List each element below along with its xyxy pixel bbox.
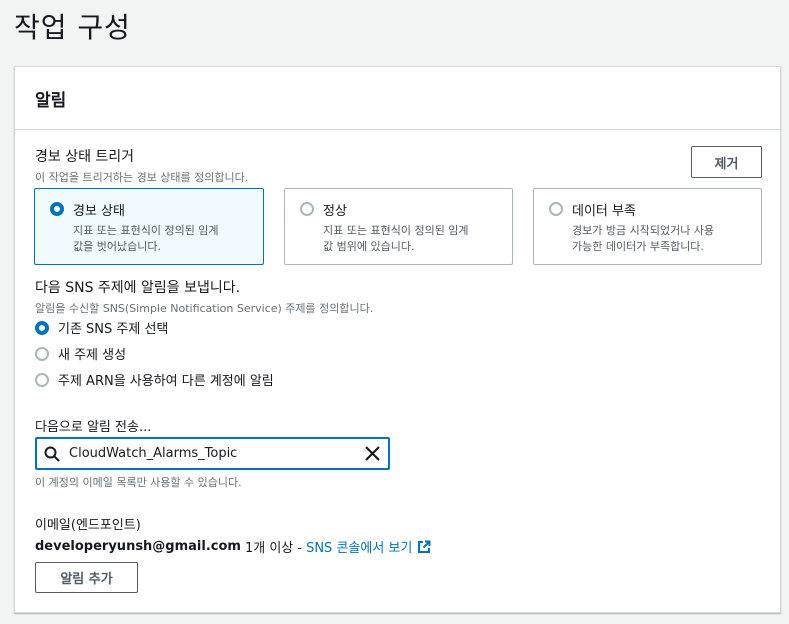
send-to-label: 다음으로 알림 전송... [35, 420, 152, 435]
radio-topic-arn[interactable] [35, 372, 49, 387]
option-label: 기존 SNS 주제 선택 [58, 322, 169, 337]
tile-title: 경보 상태 [73, 204, 125, 219]
option-topic-arn[interactable]: 주제 ARN을 사용하여 다른 계정에 알림 [35, 370, 274, 389]
option-label: 새 주제 생성 [58, 348, 127, 363]
tile-description-line: 지표 또는 표현식이 정의된 임계 [323, 224, 469, 237]
tile-insufficient-data[interactable]: 데이터 부족 경보가 방금 시작되었거나 사용 가능한 데이터가 부족합니다. [533, 188, 762, 265]
topic-search-input[interactable]: CloudWatch_Alarms_Topic [35, 437, 390, 470]
panel-header: 알림 [15, 67, 780, 130]
page-title: 작업 구성 [14, 11, 131, 44]
sns-console-link[interactable]: SNS 콘솔에서 보기 [306, 537, 412, 556]
option-existing-topic[interactable]: 기존 SNS 주제 선택 [35, 318, 168, 337]
endpoint-label: 이메일(엔드포인트) [35, 518, 141, 533]
tile-description-line: 가능한 데이터가 부족합니다. [572, 240, 704, 253]
sns-label: 다음 SNS 주제에 알림을 보냅니다. [35, 280, 241, 296]
topic-hint: 이 계정의 이메일 목록만 사용할 수 있습니다. [35, 476, 242, 489]
remove-button[interactable]: 제거 [691, 146, 762, 178]
sns-description: 알림을 수신할 SNS(Simple Notification Service)… [35, 302, 374, 315]
endpoint-email: developeryunsh@gmail.com [35, 539, 241, 554]
radio-ok[interactable] [300, 202, 314, 216]
notification-panel: 알림 경보 상태 트리거 이 작업을 트리거하는 경보 상태를 정의합니다. 제… [14, 66, 781, 613]
tile-description: 경보가 방금 시작되었거나 사용 가능한 데이터가 부족합니다. [572, 223, 747, 255]
tile-description: 지표 또는 표현식이 정의된 임계 값 범위에 있습니다. [323, 223, 498, 255]
tile-description-line: 지표 또는 표현식이 정의된 임계 [73, 224, 219, 237]
tile-title: 정상 [323, 204, 347, 219]
tile-description: 지표 또는 표현식이 정의된 임계 값을 벗어났습니다. [73, 223, 249, 255]
search-icon [37, 446, 67, 462]
trigger-label: 경보 상태 트리거 [35, 149, 135, 165]
add-notification-button[interactable]: 알림 추가 [35, 562, 138, 593]
endpoint-suffix: 1개 이상 - [244, 541, 303, 556]
option-new-topic[interactable]: 새 주제 생성 [35, 344, 126, 363]
endpoint-row: developeryunsh@gmail.com 1개 이상 - SNS 콘솔에… [35, 537, 431, 556]
tile-title: 데이터 부족 [572, 204, 636, 219]
tile-description-line: 값을 벗어났습니다. [73, 240, 161, 253]
trigger-section-label: 경보 상태 트리거 이 작업을 트리거하는 경보 상태를 정의합니다. [35, 146, 248, 185]
tile-description-line: 경보가 방금 시작되었거나 사용 [572, 224, 715, 237]
external-link-icon[interactable] [417, 540, 431, 554]
radio-insufficient-data[interactable] [549, 202, 563, 216]
tile-ok[interactable]: 정상 지표 또는 표현식이 정의된 임계 값 범위에 있습니다. [284, 188, 513, 265]
trigger-description: 이 작업을 트리거하는 경보 상태를 정의합니다. [35, 171, 249, 184]
sns-section-label: 다음 SNS 주제에 알림을 보냅니다. 알림을 수신할 SNS(Simple … [35, 277, 373, 316]
tile-in-alarm[interactable]: 경보 상태 지표 또는 표현식이 정의된 임계 값을 벗어났습니다. [34, 188, 264, 265]
radio-in-alarm[interactable] [50, 202, 64, 216]
panel-title: 알림 [35, 90, 67, 111]
option-label: 주제 ARN을 사용하여 다른 계정에 알림 [58, 374, 274, 389]
radio-new-topic[interactable] [35, 346, 49, 361]
close-icon[interactable] [356, 446, 388, 461]
topic-search-value: CloudWatch_Alarms_Topic [69, 446, 238, 461]
radio-existing-topic[interactable] [35, 320, 49, 335]
tile-description-line: 값 범위에 있습니다. [323, 240, 415, 253]
